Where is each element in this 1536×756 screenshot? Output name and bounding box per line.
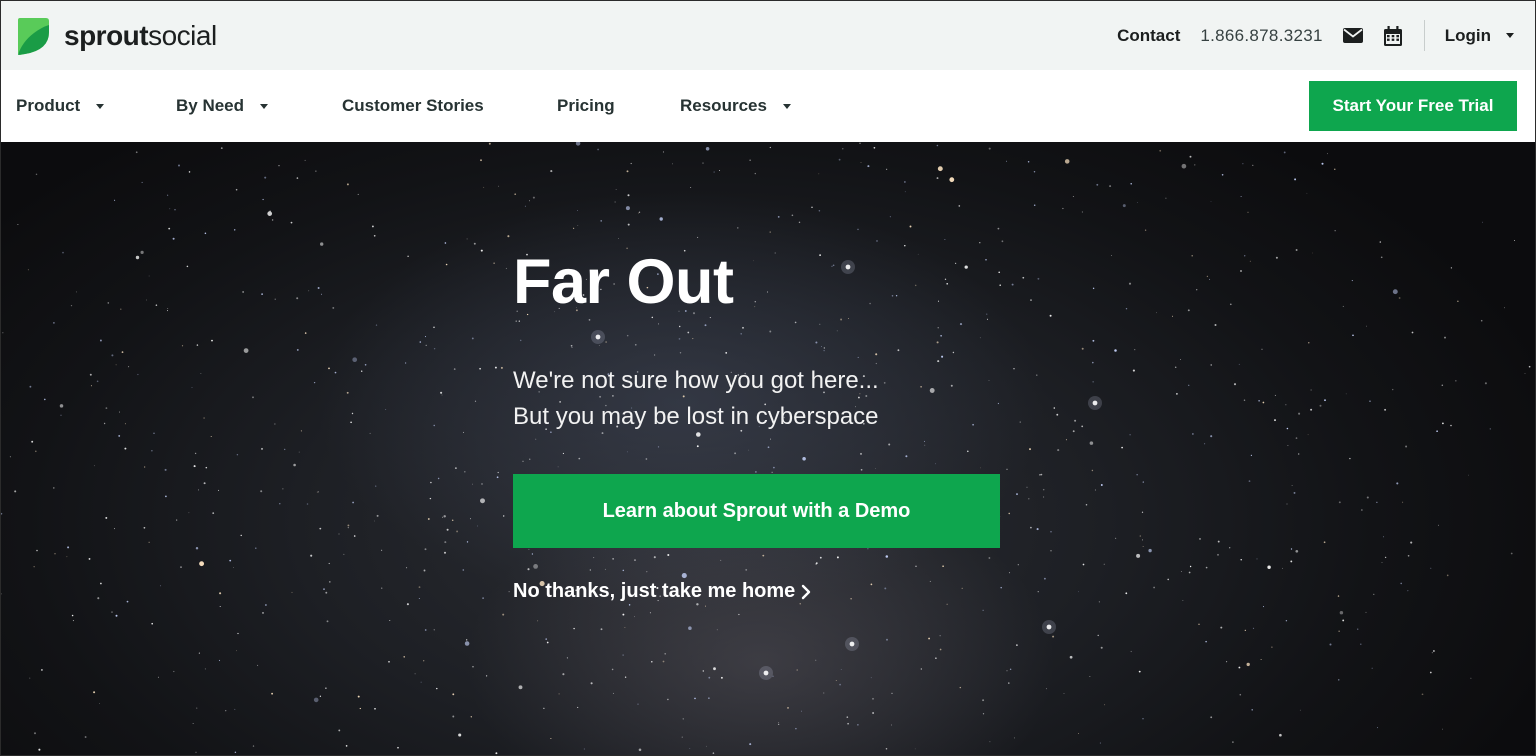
leaf-icon (18, 17, 49, 55)
email-button[interactable] (1342, 25, 1364, 47)
starfield-background (1, 142, 1531, 755)
chevron-right-icon (801, 584, 811, 600)
utility-links: Contact 1.866.878.3231 Login (1117, 1, 1535, 70)
nav-item-label: Resources (680, 96, 767, 115)
caret-down-icon (96, 103, 105, 109)
schedule-demo-button[interactable] (1382, 25, 1404, 47)
nav-item-pricing[interactable]: Pricing (557, 70, 615, 142)
home-link[interactable]: No thanks, just take me home (513, 580, 811, 603)
phone-number-link[interactable]: 1.866.878.3231 (1200, 26, 1322, 46)
nav-item-label: By Need (176, 96, 245, 115)
login-label: Login (1444, 25, 1491, 45)
contact-link[interactable]: Contact (1117, 26, 1180, 46)
logo-wordmark: sproutsocial (64, 19, 217, 51)
caret-down-icon (782, 103, 791, 109)
home-link-label: No thanks, just take me home (513, 580, 796, 602)
hero-section: Far Out We're not sure how you got here.… (1, 142, 1535, 755)
utility-bar: sproutsocial Contact 1.866.878.3231 Logi… (1, 1, 1535, 70)
nav-item-product[interactable]: Product (16, 70, 105, 142)
nav-item-label: Pricing (557, 96, 615, 115)
nav-item-label: Product (16, 96, 81, 115)
hero-subtitle-line: But you may be lost in cyberspace (513, 403, 879, 430)
page-title: Far Out (513, 247, 734, 317)
browser-viewport: sproutsocial Contact 1.866.878.3231 Logi… (0, 0, 1536, 756)
nav-item-customer-stories[interactable]: Customer Stories (342, 70, 484, 142)
login-dropdown[interactable]: Login (1445, 26, 1514, 46)
main-navigation: Product By Need Customer Stories Pricing… (1, 70, 1535, 142)
mail-icon (1342, 28, 1363, 43)
utility-divider (1423, 20, 1425, 51)
nav-item-label: Customer Stories (342, 96, 484, 115)
start-free-trial-button[interactable]: Start Your Free Trial (1309, 81, 1517, 131)
caret-down-icon (1506, 33, 1514, 38)
nav-item-resources[interactable]: Resources (680, 70, 791, 142)
hero-subtitle: We're not sure how you got here... But y… (513, 363, 879, 435)
nav-item-by-need[interactable]: By Need (176, 70, 269, 142)
caret-down-icon (260, 103, 269, 109)
sprout-social-logo[interactable]: sproutsocial (16, 16, 217, 56)
calendar-icon (1383, 25, 1402, 46)
demo-button[interactable]: Learn about Sprout with a Demo (513, 474, 1000, 548)
hero-subtitle-line: We're not sure how you got here... (513, 367, 879, 394)
